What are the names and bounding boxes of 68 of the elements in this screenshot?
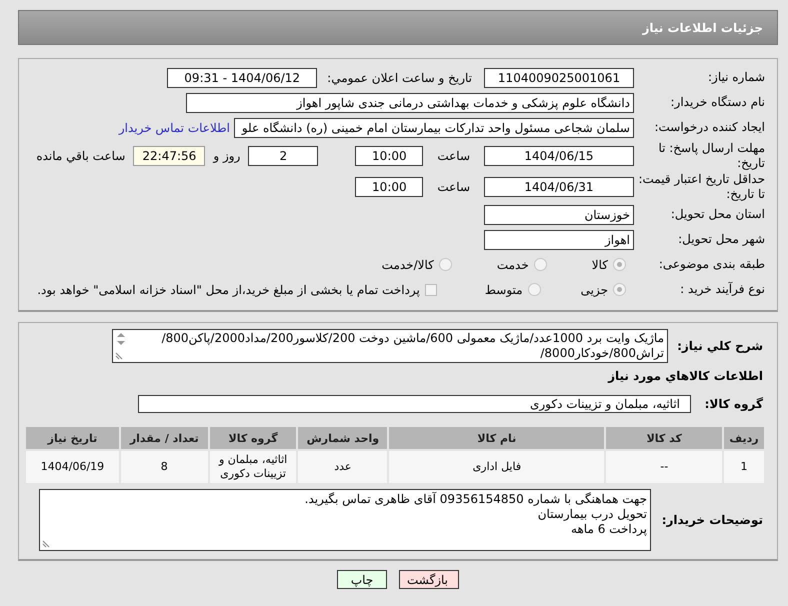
remaining-label: ساعت باقي مانده: [36, 148, 126, 162]
column-header: واحد شمارش: [297, 426, 388, 450]
goods-group-field: اثاثیه، مبلمان و تزیینات دکوری: [138, 395, 691, 413]
requester-field: سلمان شجاعی مسئول واحد تدارکات بیمارستان امام خمینی (ره) دانشگاه علو: [234, 118, 634, 138]
deadline-time-field: 10:00: [355, 146, 424, 166]
column-header: کد کالا: [605, 426, 724, 450]
checkbox[interactable]: [424, 284, 437, 296]
scroll-arrows-icon[interactable]: [116, 332, 126, 346]
note-line: جهت هماهنگی با شماره 09356154850 آقای ظاهری تماس بگیرید.: [304, 492, 647, 507]
table-cell: اثاثیه، مبلمان و تزیینات دکوری: [208, 450, 298, 484]
radio-label: کالا/خدمت: [382, 258, 434, 272]
section-heading: اطلاعات کالاهاي مورد نياز: [606, 369, 763, 383]
field-label: نام دستگاه خریدار:: [670, 95, 766, 110]
resize-grip-icon[interactable]: [42, 540, 50, 548]
radio-button[interactable]: [613, 283, 626, 296]
time-label: ساعت: [437, 180, 470, 194]
column-header: ردیف: [723, 426, 765, 450]
description-text: ماژیک وایت برد 1000عدد/ماژیک معمولی 600/ماشین دوخت 200/کلاسور200/مداد2000/پاکن800/تراش800/خودکار8000/: [162, 331, 664, 360]
radio-button[interactable]: [438, 258, 452, 271]
field-label: استان محل تحویل:: [670, 207, 766, 222]
validity-date-field: 1404/06/31: [484, 176, 634, 196]
radio-button[interactable]: [613, 258, 626, 271]
field-label: گروه کالا:: [704, 397, 763, 411]
radio-button[interactable]: [534, 258, 547, 271]
field-label: توضیحات خریدار:: [660, 513, 763, 527]
buyer-name-field: دانشگاه علوم پزشکی و خدمات بهداشتی درمانی جندی شاپور اهواز: [186, 92, 634, 112]
table-cell: 8: [120, 450, 209, 484]
column-header: تاریخ نیاز: [25, 426, 120, 450]
radio-label: جزیی: [580, 282, 608, 296]
radio-label: خدمت: [496, 258, 529, 272]
field-label: مهلت ارسال پاسخ: تا تاریخ:: [657, 140, 766, 170]
column-header: گروه کالا: [208, 426, 298, 450]
field-label: ایجاد کننده درخواست:: [653, 120, 766, 135]
resize-grip-icon[interactable]: [115, 352, 123, 360]
field-label: طبقه بندی موضوعی:: [658, 257, 766, 272]
radio-button[interactable]: [528, 283, 541, 296]
table-cell: عدد: [297, 450, 388, 484]
field-label: شرح کلي نياز:: [678, 339, 763, 353]
province-field: خوزستان: [484, 204, 634, 224]
field-label: نوع فرآیند خرید :: [679, 282, 766, 297]
table-cell: --: [605, 450, 724, 484]
need-number-field: 1104009025001061: [484, 68, 634, 88]
city-field: اهواز: [484, 230, 634, 250]
note-line: تحویل درب بیمارستان: [536, 507, 647, 522]
field-label: تاریخ و ساعت اعلان عمومي:: [327, 70, 472, 84]
field-label: حداقل تاریخ اعتبار قیمت: تا تاریخ:: [637, 172, 766, 202]
time-label: ساعت: [437, 148, 470, 162]
back-button[interactable]: بازگشت: [399, 570, 459, 589]
deadline-date-field: 1404/06/15: [484, 146, 634, 166]
note-line: پرداخت 6 ماهه: [570, 522, 647, 537]
page-title: جزئیات اطلاعات نیاز: [642, 20, 763, 34]
field-label: شهر محل تحویل:: [677, 232, 766, 247]
table-cell: فایل اداری: [388, 450, 606, 484]
contact-link[interactable]: اطلاعات تماس خریدار: [118, 120, 230, 134]
radio-label: کالا: [592, 258, 608, 272]
print-button[interactable]: چاپ: [337, 570, 387, 589]
table-cell: 1: [723, 450, 765, 484]
column-header: تعداد / مقدار: [120, 426, 209, 450]
treasury-label: پرداخت تمام یا بخشی از مبلغ خرید،از محل "اسناد خزانه اسلامی" خواهد بود.: [37, 282, 420, 296]
table-cell: 1404/06/19: [25, 450, 120, 484]
days-field: 2: [248, 146, 318, 166]
radio-label: متوسط: [484, 282, 523, 296]
validity-time-field: 10:00: [355, 176, 424, 196]
announce-date-field: 1404/06/12 - 09:31: [167, 68, 318, 88]
field-label: شماره نیاز:: [707, 70, 766, 85]
remaining-time-field: 22:47:56: [133, 146, 206, 166]
days-label: روز و: [213, 148, 240, 162]
column-header: نام کالا: [388, 426, 606, 450]
